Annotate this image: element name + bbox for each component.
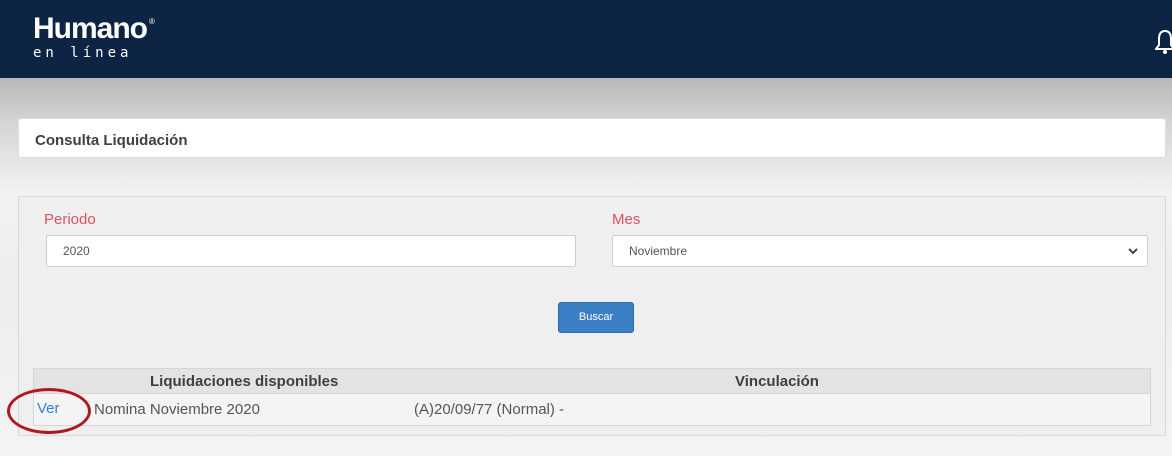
chevron-down-icon <box>1128 248 1138 255</box>
logo-subtext: en línea <box>33 45 133 61</box>
mes-selected-value: Noviembre <box>629 244 688 258</box>
vinculacion-cell: (A)20/09/77 (Normal) - <box>414 401 565 418</box>
header-liquidaciones: Liquidaciones disponibles <box>150 373 339 390</box>
buscar-button[interactable]: Buscar <box>558 302 634 333</box>
search-panel: Periodo Mes Noviembre Buscar Liquidacion… <box>18 196 1166 436</box>
periodo-input[interactable] <box>46 235 576 267</box>
mes-label: Mes <box>612 211 641 228</box>
table-row: Ver Nomina Noviembre 2020 (A)20/09/77 (N… <box>34 394 1150 425</box>
header-vinculacion: Vinculación <box>735 373 819 390</box>
top-header: Humano ® en línea <box>0 0 1172 78</box>
mes-select[interactable]: Noviembre <box>612 235 1148 267</box>
nomina-cell: Nomina Noviembre 2020 <box>94 401 260 418</box>
bell-icon[interactable] <box>1155 28 1172 54</box>
table-header: Liquidaciones disponibles Vinculación <box>34 369 1150 394</box>
humano-logo[interactable]: Humano ® en línea <box>33 12 155 61</box>
ver-link[interactable]: Ver <box>37 400 60 417</box>
logo-main-text: Humano <box>33 12 148 45</box>
page-title-card: Consulta Liquidación <box>18 118 1166 158</box>
periodo-label: Periodo <box>44 211 96 228</box>
liquidaciones-table: Liquidaciones disponibles Vinculación Ve… <box>33 368 1151 426</box>
logo-registered-mark: ® <box>149 17 155 26</box>
page-title: Consulta Liquidación <box>35 132 188 149</box>
